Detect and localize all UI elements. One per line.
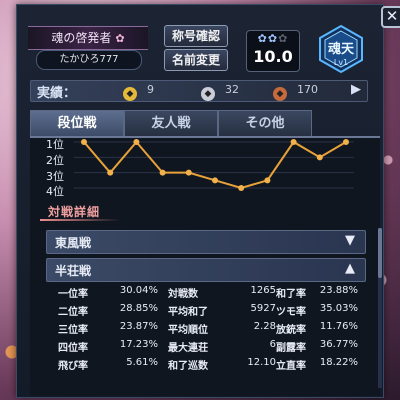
scrollbar[interactable] [378,228,382,388]
stat-item: 平均和了 5927 [168,303,276,318]
stat-label: 和了率 [276,289,306,300]
stat-value: 23.87% [119,321,158,332]
stat-item: 二位率 28.85% [58,303,158,318]
stat-value: 30.04% [119,285,158,296]
stat-item: 一位率 30.04% [58,285,158,300]
rank-point [81,139,87,145]
stat-label: 平均和了 [168,307,208,318]
stat-item: 立直率 18.22% [276,357,358,372]
stat-item: 三位率 23.87% [58,321,158,336]
stat-value: 11.76% [319,321,358,332]
stat-item: 副露率 36.77% [276,339,358,354]
stat-value: 28.85% [119,303,158,314]
rank-point [133,139,140,145]
stat-label: 飛び率 [58,361,88,372]
stat-value: 5927 [250,303,276,314]
rank-point [185,169,192,176]
rank-point [264,177,271,184]
stat-label: 二位率 [58,307,88,318]
stat-label: 副露率 [276,343,306,354]
stat-label: 和了巡数 [168,361,208,372]
chevron-down-icon: ▼ [345,233,355,248]
stat-value: 23.88% [319,285,358,296]
rank-point [212,177,218,184]
stat-label: 対戦数 [168,289,198,300]
east-round-label: 東風戦 [55,236,92,250]
stat-value: 17.23% [119,339,158,350]
stat-item: 平均順位 2.28 [168,321,276,336]
rank-point [316,154,323,161]
stat-item: 飛び率 5.61% [58,357,158,372]
stat-label: 三位率 [58,325,88,336]
stat-label: 四位率 [58,343,88,354]
stat-label: 最大連荘 [168,343,208,354]
stat-item: 和了巡数 12.10 [168,357,276,372]
rank-point [107,169,114,176]
stat-item: 和了率 23.88% [276,285,358,300]
stat-value: 18.22% [319,357,358,368]
stat-item: 放銃率 11.76% [276,321,358,336]
stat-value: 35.03% [319,303,358,314]
stat-label: 平均順位 [168,325,208,336]
stat-value: 5.61% [126,357,158,368]
stat-value: 2.28 [253,321,276,332]
stat-label: ツモ率 [276,307,306,318]
scrollbar-thumb[interactable] [378,228,382,278]
stat-label: 立直率 [276,361,306,372]
stat-item: ツモ率 35.03% [276,303,358,318]
stat-label: 一位率 [58,289,88,300]
east-round-accordion[interactable]: 東風戦 ▼ [46,230,366,254]
stat-value: 1265 [250,285,276,296]
stat-label: 放銃率 [276,325,306,336]
chevron-up-icon: ▲ [345,261,355,276]
section-title: 対戦詳細 [48,205,101,219]
stat-value: 36.77% [319,339,358,350]
stat-value: 12.10 [247,357,276,368]
south-round-label: 半荘戦 [55,264,92,278]
rank-point [290,139,297,145]
rank-point [343,139,349,145]
stat-item: 最大連荘 6 [168,339,276,354]
stat-item: 対戦数 1265 [168,285,276,300]
stat-item: 四位率 17.23% [58,339,158,354]
south-round-accordion[interactable]: 半荘戦 ▲ [46,258,366,282]
rank-point [159,169,166,176]
section-underline [40,219,120,221]
rank-point [238,185,245,191]
